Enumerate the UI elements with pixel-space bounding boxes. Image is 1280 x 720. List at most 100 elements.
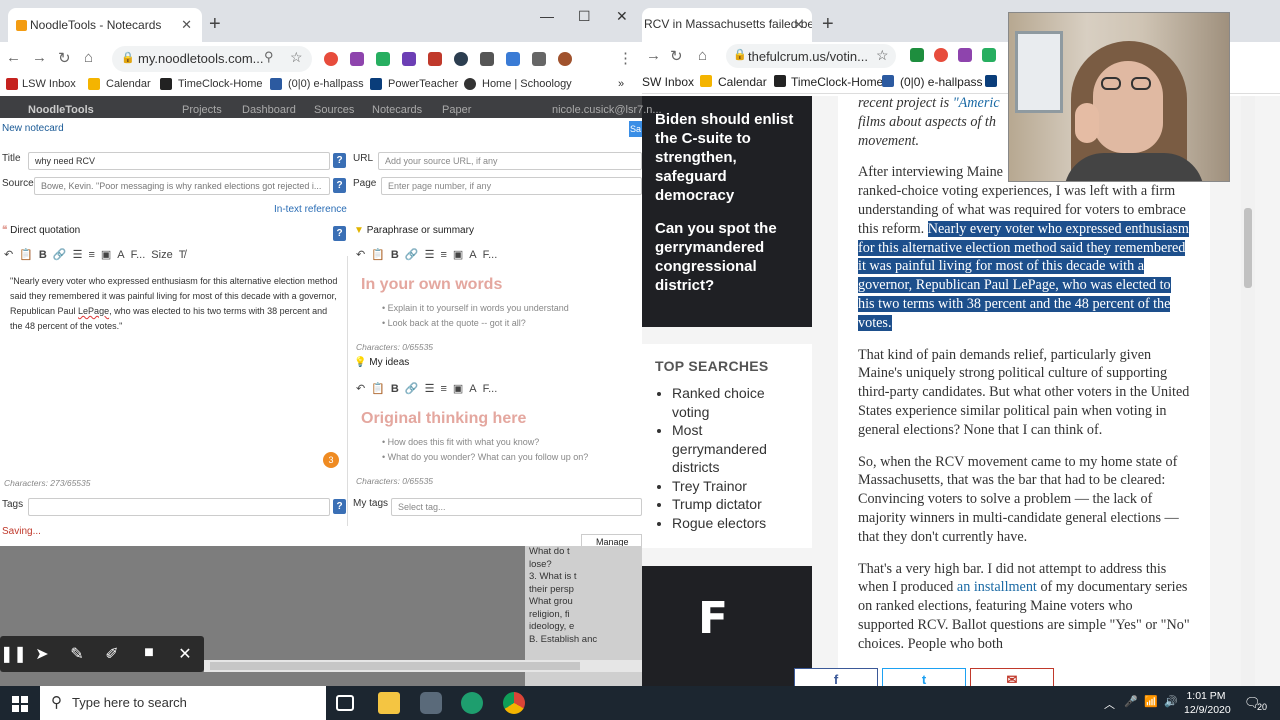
top-search-item[interactable]: Trump dictator	[672, 495, 799, 514]
text-color-icon[interactable]: A	[117, 249, 124, 261]
bookmark-item[interactable]: Home | Schoology	[482, 78, 572, 90]
profile-avatar[interactable]	[558, 52, 572, 66]
tags-input[interactable]	[28, 498, 330, 516]
bold-icon[interactable]: B	[39, 249, 47, 261]
intro-link[interactable]: "Americ	[953, 96, 1000, 111]
extensions-icon[interactable]	[532, 52, 546, 66]
nav-sources[interactable]: Sources	[314, 104, 354, 116]
notification-badge[interactable]: 3	[323, 452, 339, 468]
home-icon[interactable]: ⌂	[698, 47, 707, 64]
close-tab-icon[interactable]: ✕	[181, 17, 192, 33]
bookmark-item[interactable]: TimeClock-Home	[178, 78, 263, 90]
home-icon[interactable]: ⌂	[84, 49, 93, 66]
address-bar[interactable]: 🔒 thefulcrum.us/votin...	[726, 44, 896, 68]
reload-icon[interactable]: ↻	[670, 47, 683, 65]
bookmark-item[interactable]: Calendar	[106, 78, 151, 90]
wifi-icon[interactable]: 📶	[1144, 695, 1158, 708]
email-share-button[interactable]: ✉	[970, 668, 1054, 686]
bold-icon[interactable]: B	[391, 383, 399, 395]
zoom-icon[interactable]: ⚲	[264, 49, 274, 65]
align-icon[interactable]: ≡	[88, 249, 94, 261]
extension-icon[interactable]	[402, 52, 416, 66]
vertical-scrollbar[interactable]	[1241, 96, 1255, 686]
scrollbar-thumb[interactable]	[210, 662, 580, 670]
new-tab-icon[interactable]: +	[209, 14, 221, 34]
bold-icon[interactable]: B	[391, 249, 399, 261]
highlighter-icon[interactable]: ✐	[100, 644, 124, 664]
close-recording-icon[interactable]: ✕	[173, 644, 197, 664]
record-extension-icon[interactable]	[934, 48, 948, 62]
text-color-icon[interactable]: A	[469, 249, 476, 261]
text-color-icon[interactable]: A	[469, 383, 476, 395]
title-input[interactable]: why need RCV	[28, 152, 330, 170]
record-extension-icon[interactable]	[324, 52, 338, 66]
microphone-icon[interactable]: 🎤	[1124, 695, 1138, 708]
user-account[interactable]: nicole.cusick@lsr7.n...	[552, 104, 662, 116]
bookmark-item[interactable]: (0|0) e-hallpass	[288, 78, 364, 90]
promo-link-biden[interactable]: Biden should enlist the C-suite to stren…	[655, 110, 799, 205]
undo-icon[interactable]: ↶	[4, 248, 13, 261]
task-view-icon[interactable]	[336, 695, 354, 711]
page-input[interactable]: Enter page number, if any	[381, 177, 642, 195]
align-icon[interactable]: ≡	[440, 383, 446, 395]
paraphrase-editor[interactable]: In your own words • Explain it to yourse…	[352, 270, 642, 340]
address-bar[interactable]: 🔒 my.noodletools.com...	[112, 46, 312, 72]
classroom-extension-icon[interactable]	[982, 48, 996, 62]
classroom-extension-icon[interactable]	[376, 52, 390, 66]
save-button[interactable]: Sa	[629, 121, 642, 137]
bookmark-star-icon[interactable]: ☆	[290, 49, 303, 66]
installment-link[interactable]: an installment	[957, 579, 1037, 595]
pause-icon[interactable]: ❚❚	[0, 644, 27, 664]
top-search-item[interactable]: Ranked choice voting	[672, 384, 799, 421]
list-icon[interactable]: ☰	[425, 382, 435, 395]
tab-fulcrum[interactable]: RCV in Massachusetts failed beca ✕	[642, 8, 812, 42]
bookmark-item[interactable]: (0|0) e-hallpass	[900, 75, 983, 89]
direct-quotation-editor[interactable]: "Nearly every voter who expressed enthus…	[0, 270, 346, 480]
source-select[interactable]: Bowe, Kevin. "Poor messaging is why rank…	[34, 177, 330, 195]
top-search-item[interactable]: Trey Trainor	[672, 477, 799, 496]
fulcrum-logo[interactable]: F	[698, 594, 748, 644]
menu-icon[interactable]: ⋮	[618, 49, 633, 67]
paste-icon[interactable]: 📋	[371, 382, 385, 395]
font-select[interactable]: F...	[131, 249, 146, 261]
top-search-item[interactable]: Rogue electors	[672, 514, 799, 533]
image-icon[interactable]: ▣	[453, 248, 463, 261]
nav-paper[interactable]: Paper	[442, 104, 471, 116]
more-bookmarks-icon[interactable]: »	[618, 78, 624, 90]
font-select[interactable]: F...	[483, 383, 498, 395]
url-input[interactable]: Add your source URL, if any	[378, 152, 642, 170]
align-icon[interactable]: ≡	[440, 249, 446, 261]
bookmark-item[interactable]: Calendar	[718, 75, 767, 89]
pdf-extension-icon[interactable]	[428, 52, 442, 66]
size-select[interactable]: Size	[151, 249, 172, 261]
help-icon[interactable]: ?	[333, 153, 346, 168]
paste-icon[interactable]: 📋	[371, 248, 385, 261]
puzzle-extension-icon[interactable]	[958, 48, 972, 62]
help-icon[interactable]: ?	[333, 499, 346, 514]
undo-icon[interactable]: ↶	[356, 248, 365, 261]
puzzle-extension-icon[interactable]	[350, 52, 364, 66]
close-window-icon[interactable]: ✕	[616, 8, 628, 25]
list-icon[interactable]: ☰	[425, 248, 435, 261]
help-icon[interactable]: ?	[333, 178, 346, 193]
top-search-item[interactable]: Most gerrymandered districts	[672, 421, 799, 477]
intext-reference-link[interactable]: In-text reference	[274, 204, 347, 215]
reload-icon[interactable]: ↻	[58, 49, 71, 67]
windows-start-icon[interactable]	[12, 696, 28, 712]
undo-icon[interactable]: ↶	[356, 382, 365, 395]
pointer-icon[interactable]: ➤	[30, 644, 54, 664]
scrollbar-thumb[interactable]	[1244, 208, 1252, 288]
file-explorer-icon[interactable]	[378, 692, 400, 714]
volume-icon[interactable]: 🔊	[1164, 695, 1178, 708]
vpn-extension-icon[interactable]	[454, 52, 468, 66]
nav-notecards[interactable]: Notecards	[372, 104, 422, 116]
paste-icon[interactable]: 📋	[19, 248, 33, 261]
translate-extension-icon[interactable]	[506, 52, 520, 66]
help-icon[interactable]: ?	[333, 226, 346, 241]
clear-format-icon[interactable]: T̸	[179, 249, 186, 261]
my-tags-select[interactable]: Select tag...	[391, 498, 642, 516]
forward-icon[interactable]: →	[646, 47, 661, 64]
camera-app-icon[interactable]	[420, 692, 442, 714]
forward-icon[interactable]: →	[32, 49, 47, 66]
link-icon[interactable]: 🔗	[405, 248, 419, 261]
